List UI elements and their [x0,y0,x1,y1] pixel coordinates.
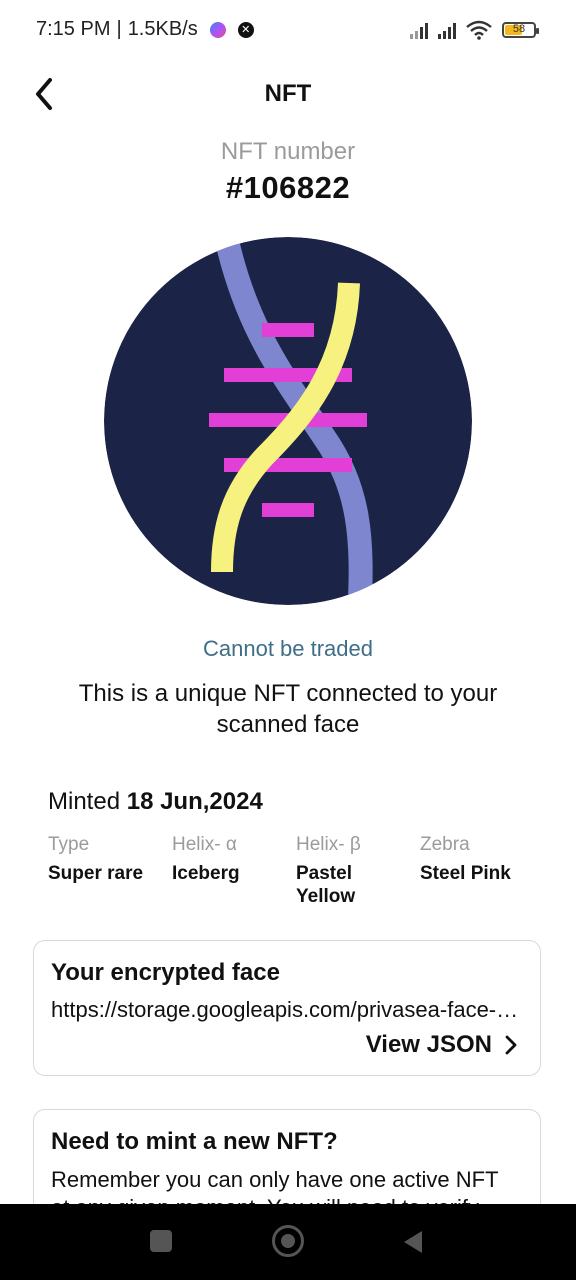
attribute-value: Pastel Yellow [296,863,356,907]
recents-icon[interactable] [150,1230,172,1252]
attribute-helix-beta: Helix- β Pastel Yellow [296,834,420,908]
attribute-key: Zebra [420,834,470,855]
nft-description: This is a unique NFT connected to your s… [78,680,498,738]
view-json-button[interactable]: View JSON [366,1031,518,1059]
cell-signal-icon [410,21,428,39]
encrypted-face-title: Your encrypted face [51,959,280,986]
x-app-icon: ✕ [237,21,254,38]
wifi-icon [466,20,492,40]
attributes-row: Type Super rare Helix- α Iceberg Helix- … [48,834,548,908]
attribute-type: Type Super rare [48,834,172,908]
attribute-helix-alpha: Helix- α Iceberg [172,834,296,908]
attribute-zebra: Zebra Steel Pink [420,834,544,908]
minted-row: Minted 18 Jun,2024 [48,788,263,816]
status-separator: | [116,18,122,40]
back-triangle-icon[interactable] [404,1231,422,1253]
nft-number-label: NFT number [220,138,356,165]
attribute-key: Type [48,834,90,855]
status-left: 7:15 PM | 1.5KB/s ✕ [36,18,254,41]
battery-icon: 58 [502,22,539,38]
zebra-bar-1 [262,323,314,337]
cell-signal-2-icon [438,21,456,39]
battery-level: 58 [512,23,526,35]
nft-number: #106822 [225,170,351,205]
status-bar: 7:15 PM | 1.5KB/s ✕ 58 [0,0,576,62]
status-right: 58 [410,20,539,40]
nft-artwork [104,237,472,605]
status-time: 7:15 PM [36,18,111,40]
network-speed: 1.5KB/s [127,18,198,40]
attribute-value: Super rare [48,863,144,884]
chevron-right-icon [505,1035,517,1055]
home-icon[interactable] [272,1225,304,1257]
minted-label: Minted [48,788,121,815]
zebra-bar-5 [262,503,314,517]
attribute-value: Iceberg [172,863,240,884]
app-header: NFT [0,62,576,126]
system-nav-bar [0,1204,576,1280]
encrypted-face-card: Your encrypted face https://storage.goog… [33,940,541,1076]
encrypted-face-url[interactable]: https://storage.googleapis.com/privasea-… [51,997,520,1023]
page-title: NFT [264,80,312,107]
mint-new-title: Need to mint a new NFT? [51,1128,338,1155]
minted-date: 18 Jun,2024 [126,788,263,815]
view-json-label: View JSON [365,1031,492,1058]
attribute-key: Helix- α [172,834,237,855]
trade-status: Cannot be traded [202,636,374,661]
messenger-icon [209,21,226,38]
attribute-value: Steel Pink [420,863,511,884]
attribute-key: Helix- β [296,834,361,855]
